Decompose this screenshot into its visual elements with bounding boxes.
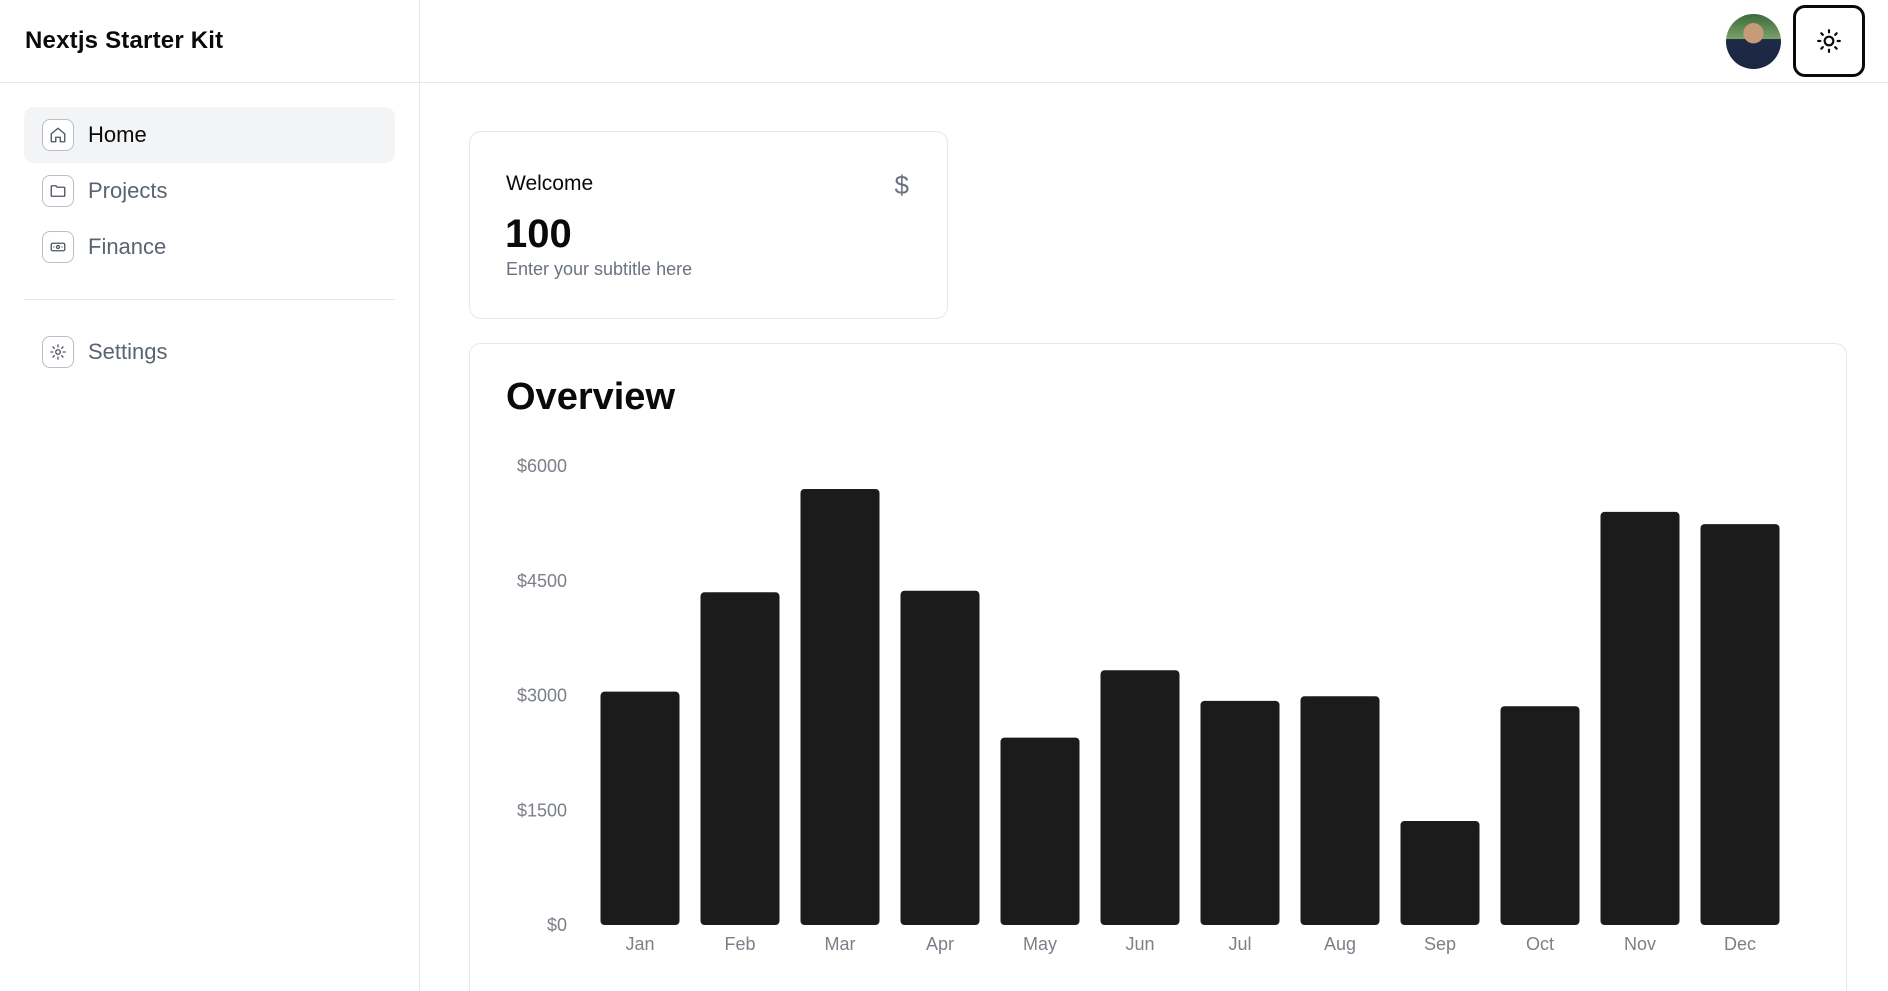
overview-title: Overview: [506, 376, 675, 418]
welcome-card-title: Welcome: [506, 172, 594, 195]
y-tick-label: $0: [547, 915, 567, 935]
chart-bar-jan[interactable]: [600, 691, 680, 925]
sidebar-divider: [24, 299, 395, 300]
x-tick-label: Apr: [926, 934, 954, 954]
chart-bar-apr[interactable]: [900, 590, 980, 925]
sidebar-item-label: Settings: [88, 339, 168, 364]
chart-bar-feb[interactable]: [700, 592, 780, 925]
user-avatar[interactable]: [1726, 14, 1781, 69]
overview-card: $6000 $4500 $3000 $1500 $0 Jan Feb Mar Apr May Jun…: [469, 343, 1847, 991]
welcome-card: Welcome $ 100 Enter your subtitle here: [469, 131, 948, 319]
banknote-icon: [42, 231, 74, 263]
sidebar-item-settings[interactable]: Settings: [24, 324, 395, 380]
y-tick-label: $4500: [517, 571, 567, 591]
home-icon: [42, 119, 74, 151]
x-tick-label: Oct: [1526, 934, 1554, 954]
chart-bar-sep[interactable]: [1400, 820, 1480, 925]
sidebar-item-label: Finance: [88, 234, 167, 259]
chart-bar-jun[interactable]: [1100, 670, 1180, 925]
sidebar-item-label: Home: [88, 122, 147, 147]
x-tick-label: Jul: [1228, 934, 1251, 954]
chart-bar-oct[interactable]: [1500, 706, 1580, 925]
sidebar: Nextjs Starter Kit Home Projects Finance: [0, 0, 420, 991]
sidebar-nav: Home Projects Finance Settings: [0, 83, 419, 380]
chart-bar-mar[interactable]: [800, 488, 880, 925]
brand-title[interactable]: Nextjs Starter Kit: [0, 0, 419, 83]
welcome-card-value: 100: [505, 212, 572, 256]
chart-bar-jul[interactable]: [1200, 700, 1280, 925]
topbar: [420, 0, 1888, 83]
sun-icon: [1817, 29, 1841, 53]
gear-icon: [42, 336, 74, 368]
folder-icon: [42, 175, 74, 207]
chart-bar-may[interactable]: [1000, 737, 1080, 925]
chart-bar-aug[interactable]: [1300, 696, 1380, 925]
x-tick-label: Aug: [1324, 934, 1356, 954]
y-tick-label: $6000: [517, 456, 567, 476]
sidebar-item-finance[interactable]: Finance: [24, 219, 395, 275]
chart-bar-nov[interactable]: [1600, 511, 1680, 925]
sidebar-item-label: Projects: [88, 178, 168, 203]
x-tick-label: Dec: [1724, 934, 1756, 954]
sidebar-item-projects[interactable]: Projects: [24, 163, 395, 219]
overview-chart: $6000 $4500 $3000 $1500 $0 Jan Feb Mar Apr May Jun…: [517, 456, 1780, 954]
welcome-card-subtitle: Enter your subtitle here: [506, 259, 693, 279]
sidebar-item-home[interactable]: Home: [24, 107, 395, 163]
x-tick-label: Nov: [1624, 934, 1656, 954]
x-tick-label: Feb: [724, 934, 755, 954]
app: Nextjs Starter Kit Home Projects Finance: [0, 0, 1888, 991]
y-tick-label: $3000: [517, 686, 567, 706]
dollar-icon: $: [894, 170, 909, 200]
chart-bar-dec[interactable]: [1700, 524, 1780, 925]
x-tick-label: May: [1023, 934, 1057, 954]
x-tick-label: Jun: [1125, 934, 1154, 954]
x-tick-label: Mar: [825, 934, 856, 954]
y-tick-label: $1500: [517, 800, 567, 820]
x-tick-label: Sep: [1424, 934, 1456, 954]
x-tick-label: Jan: [625, 934, 654, 954]
theme-toggle-button[interactable]: [1793, 5, 1865, 77]
